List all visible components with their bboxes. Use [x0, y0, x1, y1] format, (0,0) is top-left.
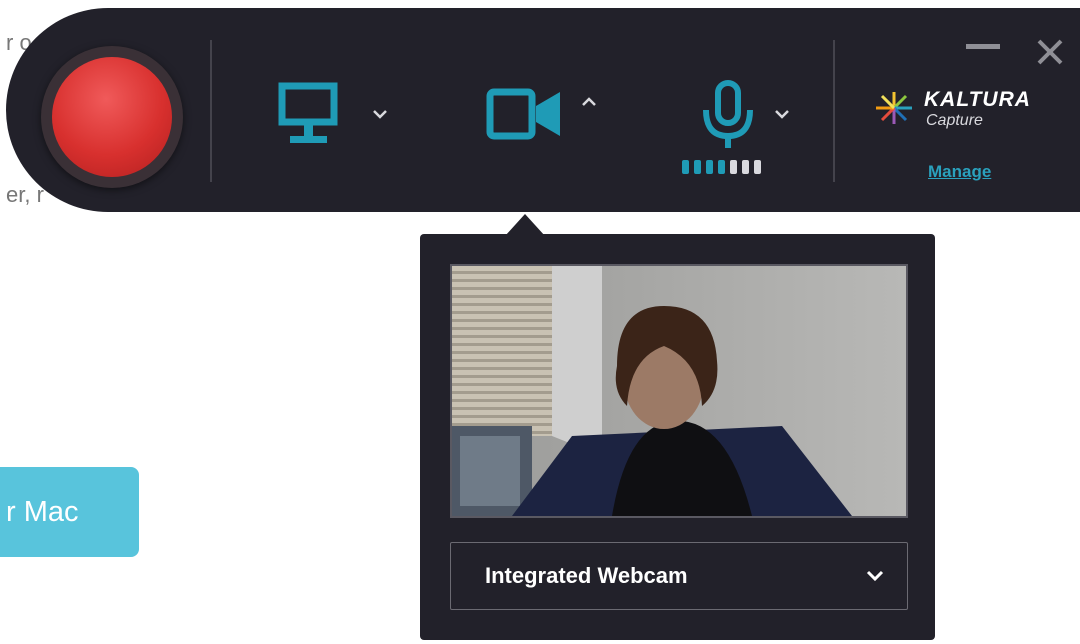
- monitor-icon: [278, 82, 338, 143]
- camera-select-dropdown[interactable]: Integrated Webcam: [450, 542, 908, 610]
- background-text-fragment: er, r: [6, 182, 44, 207]
- selected-camera-label: Integrated Webcam: [485, 563, 688, 588]
- record-button[interactable]: [52, 57, 172, 177]
- microphone-level-meter: [682, 160, 761, 174]
- download-for-mac-button[interactable]: r Mac: [0, 467, 139, 557]
- mic-level-segment: [742, 160, 749, 174]
- manage-link[interactable]: Manage: [928, 162, 991, 182]
- brand-name: KALTURA: [924, 88, 1031, 111]
- chevron-down-icon[interactable]: [774, 108, 790, 120]
- recorder-toolbar: KALTURA Capture Manage: [6, 8, 1080, 212]
- chevron-down-icon[interactable]: [372, 108, 388, 120]
- microphone-icon: [703, 80, 753, 148]
- close-icon[interactable]: [1036, 38, 1064, 66]
- video-camera-icon: [486, 88, 560, 140]
- chevron-up-icon[interactable]: [581, 96, 597, 108]
- camera-source-toggle[interactable]: [486, 88, 564, 140]
- mic-level-segment: [682, 160, 689, 174]
- camera-settings-popover: Integrated Webcam: [420, 234, 935, 640]
- mic-level-segment: [706, 160, 713, 174]
- mic-level-segment: [754, 160, 761, 174]
- mic-level-segment: [730, 160, 737, 174]
- kaltura-logo-icon: [876, 92, 912, 124]
- brand-subtitle: Capture: [926, 112, 983, 129]
- toolbar-divider: [833, 40, 835, 182]
- mic-level-segment: [718, 160, 725, 174]
- download-for-mac-label: r Mac: [6, 495, 79, 528]
- record-button-ring: [41, 46, 183, 188]
- mic-level-segment: [694, 160, 701, 174]
- webcam-preview: [450, 264, 908, 518]
- toolbar-divider: [210, 40, 212, 182]
- chevron-down-icon: [866, 570, 884, 582]
- webcam-preview-image: [452, 266, 906, 516]
- screen-source-toggle[interactable]: [278, 82, 338, 152]
- minimize-icon[interactable]: [966, 44, 1000, 50]
- microphone-source-toggle[interactable]: [700, 80, 756, 154]
- popover-arrow: [505, 214, 545, 236]
